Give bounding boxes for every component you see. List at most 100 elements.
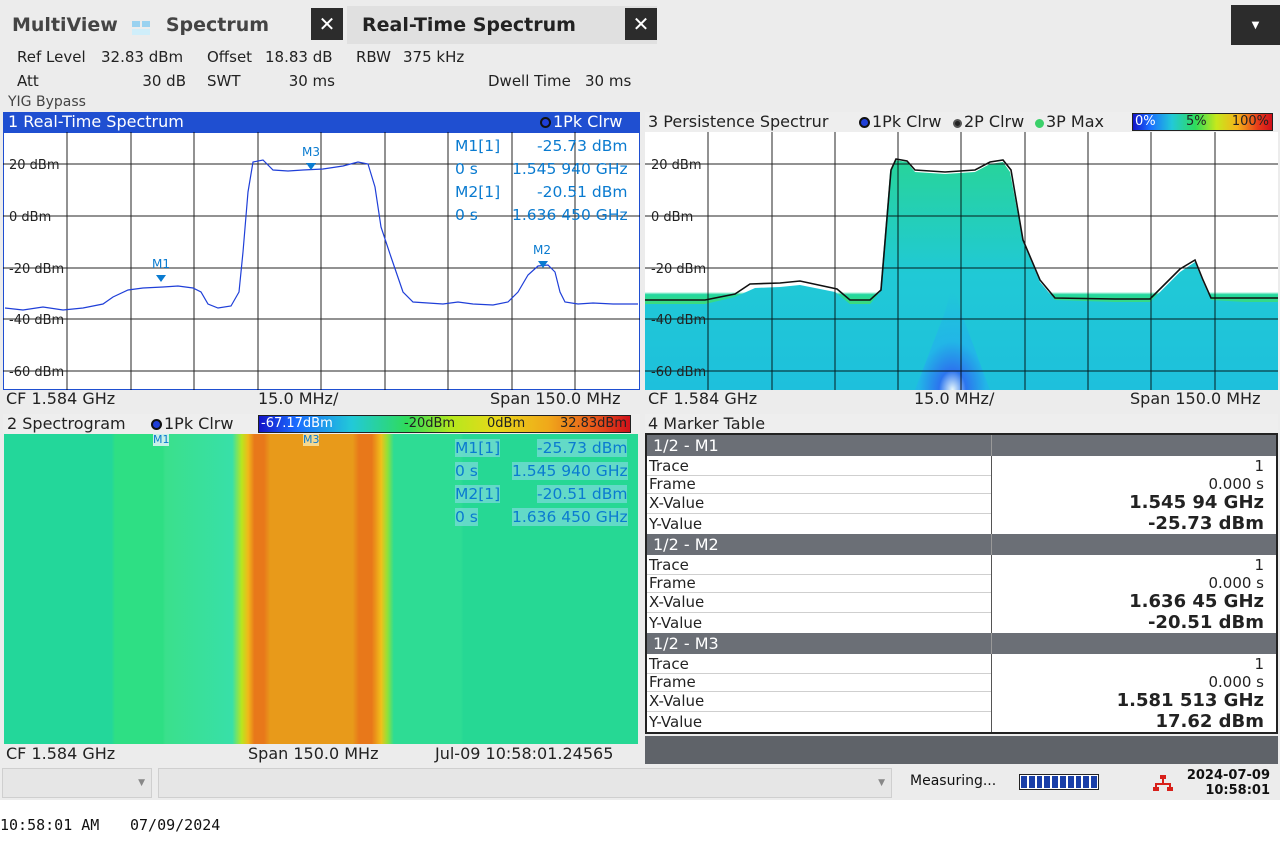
pane1-ytick-m60: -60 dBm [9, 365, 64, 380]
pane3-legend-3-label: 3P Max [1046, 112, 1104, 131]
pane1-m2-xvalue: 1.636 450 GHz [512, 206, 628, 224]
m1-xvalue: 1.545 94 GHz [1129, 492, 1264, 513]
network-icon[interactable] [1153, 775, 1173, 795]
scale-mid1: -20dBm [404, 416, 456, 431]
m3-trace-label: Trace [649, 655, 689, 673]
m2-xvalue-label: X-Value [649, 593, 705, 611]
pane1-m2-yvalue: -20.51 dBm [537, 183, 628, 201]
m1-xvalue-label: X-Value [649, 494, 705, 512]
pane1-center-frequency: CF 1.584 GHz [6, 389, 116, 408]
capture-date: 07/09/2024 [130, 816, 221, 834]
pane1-m2-label: M2[1] [455, 183, 501, 201]
pane1-title: 1 Real-Time Spectrum [8, 112, 184, 131]
m2-yvalue-label: Y-Value [649, 614, 703, 632]
m2-frame-value: 0.000 s [1208, 574, 1264, 592]
pane2-m1-label: M1[1] [455, 439, 501, 457]
tab-spectrum-label[interactable]: Spectrum [166, 14, 269, 36]
ref-level-value: 32.83 dBm [101, 48, 184, 66]
rbw-value: 375 kHz [403, 48, 465, 66]
pane1-title-bar[interactable]: 1 Real-Time Spectrum 1Pk Clrw [3, 112, 640, 132]
scale-100pct: 100% [1231, 114, 1269, 129]
pane4-title: 4 Marker Table [648, 414, 766, 433]
spectrogram-m3-flag[interactable]: M3 [303, 434, 320, 446]
close-realtime-tab-button[interactable]: ✕ [625, 8, 657, 40]
m2-trace-value: 1 [1254, 556, 1264, 574]
capture-time: 10:58:01 AM [0, 816, 100, 834]
pane3-legend-2-label: 2P Clrw [964, 112, 1025, 131]
offset-value: 18.83 dB [265, 48, 333, 66]
pane2-m2-time: 0 s [455, 508, 478, 526]
m3-frame-label: Frame [649, 673, 696, 691]
pane3-center-frequency: CF 1.584 GHz [648, 389, 758, 408]
pane2-span: Span 150.0 MHz [248, 744, 379, 763]
pane1-ytick-m20: -20 dBm [9, 262, 64, 277]
pane1-ytick-0: 0 dBm [9, 210, 51, 225]
tab-realtime-spectrum[interactable]: Real-Time Spectrum [347, 6, 657, 44]
att-value: 30 dB [142, 72, 186, 90]
trace1-dot-icon [151, 419, 162, 430]
pane1-legend: 1Pk Clrw [540, 112, 622, 132]
spectrogram-m1-flag[interactable]: M1 [153, 434, 170, 446]
scale-min: -67.17dBm [261, 416, 333, 431]
pane2-center-frequency: CF 1.584 GHz [6, 744, 116, 763]
spectrogram-color-scale: -67.17dBm -20dBm 0dBm 32.83dBm [258, 415, 631, 433]
status-dropdown-1[interactable]: ▼ [2, 768, 152, 798]
marker-table-group-m2: 1/2 - M2 [647, 534, 1276, 555]
chevron-down-icon: ▼ [1251, 19, 1260, 31]
pane3-legend-1-label: 1Pk Clrw [872, 112, 942, 131]
m1-yvalue: -25.73 dBm [1147, 513, 1264, 534]
pane3-title: 3 Persistence Spectrur [648, 112, 829, 131]
group-m1-head: 1/2 - M1 [653, 436, 719, 455]
marker-table-group-m3: 1/2 - M3 [647, 633, 1276, 654]
pane3-ytick-0: 0 dBm [651, 210, 693, 225]
pane3-ytick-m20: -20 dBm [651, 262, 706, 277]
m3-xvalue: 1.581 513 GHz [1116, 690, 1264, 711]
group-m2-head: 1/2 - M2 [653, 535, 719, 554]
measurement-progress-bar [1019, 774, 1099, 790]
pane3-persistence-plot[interactable]: 20 dBm 0 dBm -20 dBm -40 dBm -60 dBm [645, 132, 1278, 390]
m3-frame-value: 0.000 s [1208, 673, 1264, 691]
pane3-span: Span 150.0 MHz [1130, 389, 1261, 408]
pane1-m1-yvalue: -25.73 dBm [537, 137, 628, 155]
swt-value: 30 ms [288, 72, 335, 90]
pane1-ytick-m40: -40 dBm [9, 313, 64, 328]
pane1-ytick-20: 20 dBm [9, 158, 60, 173]
m1-frame-value: 0.000 s [1208, 475, 1264, 493]
pane4-title-bar[interactable]: 4 Marker Table [645, 414, 1278, 434]
m2-xvalue: 1.636 45 GHz [1129, 591, 1264, 612]
spectrogram-waterfall[interactable] [4, 434, 638, 744]
status-dropdown-2[interactable]: ▼ [158, 768, 892, 798]
measuring-status: Measuring... [910, 773, 997, 789]
dwell-time-value: 30 ms [585, 72, 632, 90]
marker-m3-label: M3 [302, 145, 320, 159]
close-spectrum-tab-button[interactable]: ✕ [311, 8, 343, 40]
marker-m2-label: M2 [533, 243, 551, 257]
pane3-legend-1: 1Pk Clrw [859, 112, 941, 132]
pane2-m1-time: 0 s [455, 462, 478, 480]
pane3-division: 15.0 MHz/ [914, 389, 995, 408]
m1-yvalue-label: Y-Value [649, 515, 703, 533]
pane1-m2-time: 0 s [455, 206, 478, 224]
chevron-down-icon: ▼ [138, 778, 145, 788]
pane2-m1-xvalue: 1.545 940 GHz [512, 462, 628, 480]
trace2-dot-icon [953, 119, 962, 128]
pane3-ytick-20: 20 dBm [651, 158, 702, 173]
pane1-m1-time: 0 s [455, 160, 478, 178]
status-date: 2024-07-09 [1186, 768, 1270, 783]
tab-realtime-label: Real-Time Spectrum [362, 14, 576, 36]
marker-table-footer [645, 736, 1278, 764]
scale-0pct: 0% [1135, 114, 1156, 129]
tab-multiview[interactable]: MultiView Spectrum [0, 6, 345, 44]
m1-trace-value: 1 [1254, 457, 1264, 475]
multiview-grid-icon [131, 18, 150, 35]
m2-yvalue: -20.51 dBm [1147, 612, 1264, 633]
pane2-title: 2 Spectrogram [7, 414, 126, 433]
marker-table[interactable]: 1/2 - M1 Trace 1 Frame 0.000 s X-Value 1… [645, 433, 1278, 734]
group-m3-head: 1/2 - M3 [653, 634, 719, 653]
pane2-timestamp: Jul-09 10:58:01.24565 [435, 744, 614, 763]
m1-frame-label: Frame [649, 475, 696, 493]
dropdown-menu-button[interactable]: ▼ [1231, 5, 1280, 45]
m3-yvalue-label: Y-Value [649, 713, 703, 731]
pane1-legend-label: 1Pk Clrw [553, 112, 623, 131]
scale-5pct: 5% [1186, 114, 1207, 129]
